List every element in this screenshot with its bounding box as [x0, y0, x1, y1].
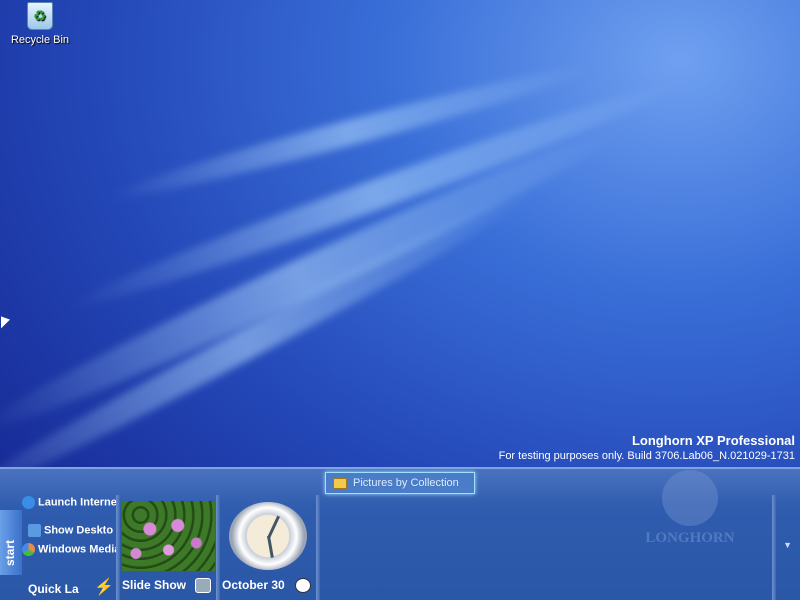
show-desktop-icon: [28, 524, 41, 537]
sidebar-scroll-divider: [772, 495, 776, 600]
desktop-icon-recycle-bin[interactable]: Recycle Bin: [8, 2, 72, 46]
mouse-cursor-icon: [1, 316, 10, 332]
slideshow-photo[interactable]: [122, 501, 215, 571]
lightning-icon: ⚡: [94, 579, 114, 596]
folder-icon: [333, 478, 347, 489]
internet-explorer-icon: [22, 496, 35, 509]
tile-divider: [216, 495, 220, 600]
longhorn-logo-watermark: LONGHORN: [640, 470, 740, 547]
clock-date-label: October 30: [222, 578, 285, 592]
desktop-icon-label: Recycle Bin: [10, 34, 70, 46]
quick-launch-show-desktop[interactable]: Show Deskto: [28, 524, 122, 540]
camera-icon: [195, 578, 211, 593]
slideshow-label: Slide Show: [122, 578, 187, 592]
branding: Longhorn XP Professional For testing pur…: [499, 433, 795, 462]
windows-media-icon: [22, 543, 35, 556]
tile-divider: [316, 495, 320, 600]
tile-divider: [116, 495, 120, 600]
build-info: For testing purposes only. Build 3706.La…: [498, 450, 795, 462]
scroll-down-arrow-icon[interactable]: ▼: [783, 540, 792, 550]
os-title: Longhorn XP Professional: [631, 433, 795, 448]
recycle-bin-icon: [27, 2, 53, 30]
pictures-by-collection-button[interactable]: Pictures by Collection: [325, 472, 475, 494]
quick-launch-internet-explorer[interactable]: Launch Interne: [22, 496, 116, 512]
quick-launch-title: Quick La: [28, 582, 79, 596]
start-button[interactable]: start: [0, 510, 22, 575]
clock-icon: [295, 578, 311, 593]
quick-launch-windows-media[interactable]: Windows Media: [22, 543, 116, 559]
analog-clock[interactable]: [229, 502, 307, 570]
